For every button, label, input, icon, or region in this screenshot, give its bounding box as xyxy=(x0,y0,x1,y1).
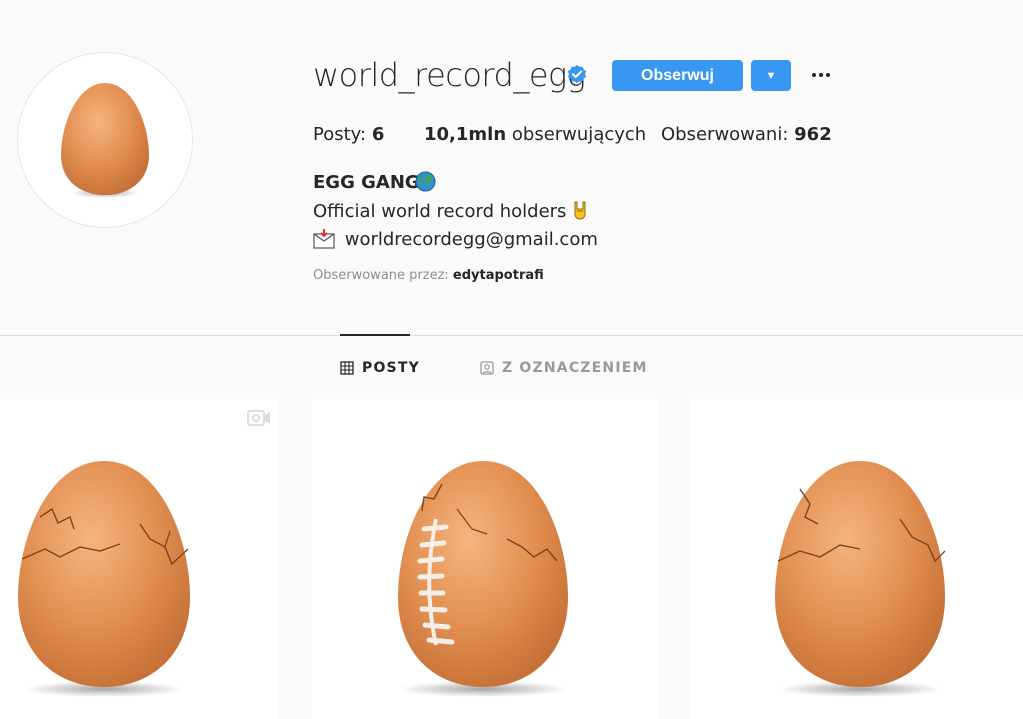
more-options-button[interactable] xyxy=(808,63,834,87)
tab-tagged[interactable]: Z OZNACZENIEM xyxy=(480,360,648,376)
more-dot-icon xyxy=(812,73,816,77)
rock-hand-icon xyxy=(574,201,586,220)
football-egg-image xyxy=(398,461,568,697)
followed-by-line[interactable]: Obserwowane przez: edytapotrafi xyxy=(313,268,544,283)
posts-value: 6 xyxy=(371,124,385,145)
more-dot-icon xyxy=(826,73,830,77)
suggestions-dropdown-button[interactable]: ▼ xyxy=(751,60,791,91)
email-text: worldrecordegg@gmail.com xyxy=(344,229,598,250)
grid-icon xyxy=(340,361,354,375)
bio-email[interactable]: worldrecordegg@gmail.com xyxy=(313,229,598,250)
tab-posts-label: POSTY xyxy=(362,360,420,376)
tab-divider xyxy=(0,335,1023,336)
bio-name: EGG GANG xyxy=(313,172,420,193)
more-dot-icon xyxy=(819,73,823,77)
posts-label: Posty: xyxy=(313,124,367,145)
post-thumbnail-1[interactable] xyxy=(0,399,279,719)
followers-label: obserwujących xyxy=(511,124,647,145)
followed-by-label: Obserwowane przez: xyxy=(313,268,449,283)
following-count[interactable]: Obserwowani: 962 xyxy=(661,124,832,145)
bio-description: Official world record holders xyxy=(313,200,588,222)
following-value: 962 xyxy=(794,124,832,145)
profile-avatar[interactable] xyxy=(17,52,193,228)
chevron-down-icon: ▼ xyxy=(765,69,777,82)
post-thumbnail-2[interactable] xyxy=(312,399,657,719)
tab-tagged-label: Z OZNACZENIEM xyxy=(502,360,648,376)
posts-count: Posty: 6 xyxy=(313,124,384,145)
tab-posts[interactable]: POSTY xyxy=(340,360,420,376)
globe-icon xyxy=(415,171,436,192)
followers-value: 10,1mln xyxy=(424,124,507,145)
mail-inbox-icon xyxy=(313,229,335,249)
video-icon xyxy=(247,410,270,426)
follow-button[interactable]: Obserwuj xyxy=(612,60,743,91)
followers-count[interactable]: 10,1mln obserwujących xyxy=(424,124,646,145)
tagged-icon xyxy=(480,361,494,375)
profile-username: world_record_egg xyxy=(313,56,586,94)
verified-badge-icon xyxy=(567,64,587,84)
egg-avatar-image xyxy=(61,83,149,198)
cracked-egg-image xyxy=(775,461,946,697)
followed-by-user[interactable]: edytapotrafi xyxy=(453,268,544,283)
active-tab-indicator xyxy=(340,334,410,336)
cracked-egg-image xyxy=(18,461,190,697)
post-thumbnail-3[interactable] xyxy=(690,399,1023,719)
bio-line-text: Official world record holders xyxy=(313,201,567,222)
following-label: Obserwowani: xyxy=(661,124,789,145)
